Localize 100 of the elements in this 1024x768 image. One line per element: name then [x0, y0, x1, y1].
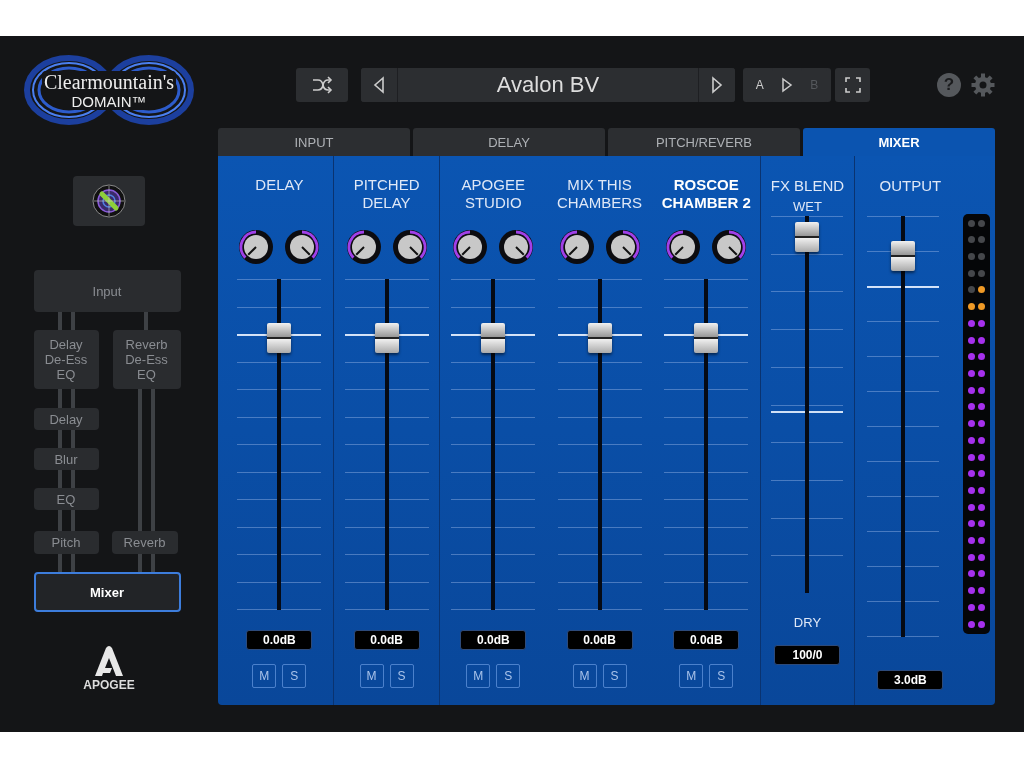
solo-button[interactable]: S: [389, 664, 414, 688]
meter-led: [978, 303, 986, 311]
flow-node[interactable]: Pitch: [33, 531, 99, 554]
meter-led: [968, 520, 976, 528]
signal-line: [70, 510, 75, 531]
knob[interactable]: [238, 229, 275, 265]
flow-node[interactable]: Mixer: [33, 572, 181, 612]
a-logo-icon: [92, 646, 126, 676]
signal-line: [70, 312, 75, 330]
mute-button[interactable]: M: [252, 664, 277, 688]
meter-led: [968, 470, 976, 478]
flow-node[interactable]: EQ: [33, 488, 99, 510]
wet-label: WET: [793, 199, 822, 214]
meter-led: [978, 537, 986, 544]
knob[interactable]: [391, 229, 428, 265]
solo-button[interactable]: S: [496, 664, 521, 688]
tab[interactable]: DELAY: [413, 128, 605, 156]
target-button[interactable]: [73, 176, 145, 226]
meter-led: [968, 486, 976, 494]
signal-line: [70, 470, 75, 488]
flow-node[interactable]: Reverb: [111, 531, 178, 554]
mute-button[interactable]: M: [359, 664, 384, 688]
signal-line: [57, 312, 62, 330]
solo-button[interactable]: S: [602, 664, 627, 688]
meter-led: [968, 253, 976, 261]
meter-led: [978, 503, 986, 511]
solo-button[interactable]: S: [709, 664, 734, 688]
brand-name: APOGEE: [83, 678, 135, 692]
meter-led: [978, 470, 986, 478]
knob[interactable]: [604, 229, 641, 265]
meter-led: [978, 553, 986, 561]
channel-name: APOGEE STUDIO: [460, 176, 526, 213]
meter-led: [978, 570, 986, 578]
settings-icon[interactable]: [971, 73, 995, 97]
meter-led: [968, 336, 976, 344]
solo-button[interactable]: S: [282, 664, 307, 688]
meter-led: [968, 286, 976, 294]
meter-led: [978, 436, 986, 444]
shuffle-button[interactable]: [296, 68, 348, 102]
shuffle-icon: [311, 74, 333, 96]
copy-arrow-icon: [780, 77, 794, 93]
meter-led: [968, 236, 976, 244]
meter-led: [968, 219, 976, 227]
fullscreen-button[interactable]: [835, 68, 870, 102]
knob[interactable]: [665, 229, 702, 265]
mute-button[interactable]: M: [572, 664, 597, 688]
meter-led: [978, 319, 986, 327]
mute-button[interactable]: M: [679, 664, 704, 688]
meter-led: [978, 403, 986, 411]
fader-thumb[interactable]: [267, 323, 292, 354]
flow-node[interactable]: Delay De-Ess EQ: [33, 330, 99, 389]
gain-readout: 0.0dB: [566, 630, 633, 650]
signal-line: [150, 554, 155, 572]
flow-node[interactable]: Reverb De-Ess EQ: [112, 330, 181, 389]
signal-line: [57, 510, 62, 531]
fader-thumb[interactable]: [587, 323, 612, 354]
meter-led: [968, 553, 976, 561]
knob[interactable]: [452, 229, 489, 265]
fader-thumb[interactable]: [891, 240, 916, 271]
dry-label: DRY: [793, 615, 822, 630]
knob[interactable]: [284, 229, 321, 265]
signal-line: [57, 554, 62, 572]
knob[interactable]: [558, 229, 595, 265]
tab[interactable]: INPUT: [218, 128, 410, 156]
meter-led: [978, 353, 986, 361]
tab[interactable]: PITCH/REVERB: [608, 128, 800, 156]
strip-name: OUTPUT: [878, 177, 943, 196]
flow-node[interactable]: Input: [33, 270, 181, 312]
meter-led: [968, 436, 976, 444]
signal-line: [57, 470, 62, 488]
channel-name: PITCHED DELAY: [352, 176, 421, 213]
gain-readout: 0.0dB: [353, 630, 420, 650]
fader-thumb[interactable]: [374, 323, 399, 354]
meter-led: [968, 503, 976, 511]
signal-line: [70, 554, 75, 572]
meter-led: [968, 570, 976, 578]
logo-title: Clearmountain's: [41, 70, 177, 93]
knob[interactable]: [711, 229, 748, 265]
meter-led: [978, 453, 986, 461]
fader-thumb[interactable]: [694, 323, 719, 354]
fader-thumb[interactable]: [795, 222, 820, 252]
meter-led: [968, 587, 976, 595]
meter-led: [978, 253, 986, 261]
flow-node[interactable]: Blur: [33, 448, 99, 470]
signal-line: [57, 389, 62, 408]
meter-led: [978, 603, 986, 611]
signal-line: [57, 430, 62, 448]
meter-led: [978, 286, 986, 294]
meter-led: [978, 486, 986, 494]
flow-node[interactable]: Delay: [33, 408, 99, 430]
fader-thumb[interactable]: [481, 323, 506, 354]
mute-button[interactable]: M: [466, 664, 491, 688]
gain-readout: 0.0dB: [246, 630, 313, 650]
meter-led: [968, 386, 976, 394]
knob[interactable]: [345, 229, 382, 265]
meter-led: [968, 269, 976, 277]
signal-line: [137, 554, 142, 572]
gain-readout: 0.0dB: [460, 630, 527, 650]
knob[interactable]: [498, 229, 535, 265]
tab[interactable]: MIXER: [803, 128, 995, 156]
